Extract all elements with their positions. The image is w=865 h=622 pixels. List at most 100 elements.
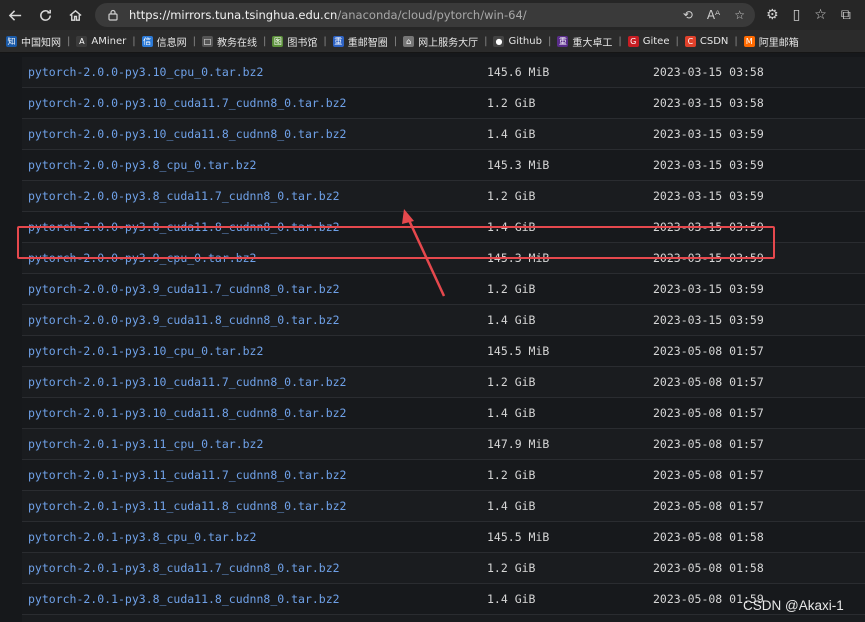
file-link[interactable]: pytorch-2.0.0-py3.10_cuda11.8_cudnn8_0.t… [22, 127, 487, 141]
browser-toolbar: https://mirrors.tuna.tsinghua.edu.cn/ana… [0, 0, 865, 30]
bookmark-item[interactable]: 信信息网 [136, 34, 193, 49]
mirror-directory-listing: pytorch-2.0.0-py3.10_cpu_0.tar.bz2 145.6 … [0, 53, 865, 622]
file-date: 2023-03-15 03:58 [653, 65, 764, 79]
refresh-button[interactable] [30, 0, 60, 30]
split-screen-icon[interactable]: ▯ [793, 7, 801, 23]
lock-icon [108, 9, 118, 21]
home-button[interactable] [60, 0, 90, 30]
address-bar[interactable]: https://mirrors.tuna.tsinghua.edu.cn/ana… [95, 3, 755, 27]
file-size: 147.9 MiB [487, 437, 550, 451]
file-link[interactable]: pytorch-2.0.1-py3.8_cuda11.8_cudnn8_0.ta… [22, 592, 487, 606]
file-row: pytorch-2.0.0-py3.9_cuda11.8_cudnn8_0.ta… [22, 305, 865, 336]
file-link[interactable]: pytorch-2.0.0-py3.9_cuda11.7_cudnn8_0.ta… [22, 282, 487, 296]
file-size: 145.3 MiB [487, 251, 550, 265]
bookmark-favicon-icon: 图 [272, 35, 284, 47]
file-row: pytorch-2.0.0-py3.9_cpu_0.tar.bz2 145.3 M… [22, 243, 865, 274]
file-link[interactable]: pytorch-2.0.0-py3.8_cuda11.8_cudnn8_0.ta… [22, 220, 487, 234]
file-link[interactable]: pytorch-2.0.1-py3.11_cuda11.7_cudnn8_0.t… [22, 468, 487, 482]
file-row: pytorch-2.0.1-py3.9_cpu_0.tar.bz2145.4 M… [22, 615, 865, 622]
bookmark-favicon-icon: ⌂ [403, 35, 415, 47]
read-aloud-icon[interactable]: Aᴬ [707, 8, 720, 22]
file-date: 2023-05-08 01:57 [653, 375, 764, 389]
file-table: pytorch-2.0.0-py3.10_cpu_0.tar.bz2 145.6 … [22, 57, 865, 622]
watermark: CSDN @Akaxi-1 [743, 598, 844, 613]
file-date: 2023-03-15 03:59 [653, 282, 764, 296]
file-link[interactable]: pytorch-2.0.0-py3.8_cuda11.7_cudnn8_0.ta… [22, 189, 487, 203]
bookmark-label: 教务在线 [216, 37, 257, 49]
bookmark-label: AMiner [91, 35, 127, 47]
file-link[interactable]: pytorch-2.0.1-py3.8_cuda11.7_cudnn8_0.ta… [22, 561, 487, 575]
bookmark-favicon-icon: M [743, 35, 755, 47]
favorites-icon[interactable]: ☆ [814, 7, 827, 23]
file-date: 2023-05-08 01:57 [653, 437, 764, 451]
bookmark-favicon-icon: 信 [141, 35, 153, 47]
file-row: pytorch-2.0.0-py3.9_cuda11.7_cudnn8_0.ta… [22, 274, 865, 305]
bookmark-favicon-icon: 重 [557, 35, 569, 47]
file-row: pytorch-2.0.1-py3.11_cuda11.8_cudnn8_0.t… [22, 491, 865, 522]
file-link[interactable]: pytorch-2.0.1-py3.10_cuda11.7_cudnn8_0.t… [22, 375, 487, 389]
refresh-icon [39, 9, 51, 21]
file-link[interactable]: pytorch-2.0.1-py3.10_cuda11.8_cudnn8_0.t… [22, 406, 487, 420]
file-row: pytorch-2.0.1-py3.10_cpu_0.tar.bz2 145.5 … [22, 336, 865, 367]
file-date: 2023-03-15 03:59 [653, 220, 764, 234]
file-size: 1.2 GiB [487, 561, 536, 575]
bookmark-favicon-icon: ● [493, 35, 505, 47]
file-size: 1.2 GiB [487, 468, 536, 482]
file-row: pytorch-2.0.0-py3.10_cpu_0.tar.bz2 145.6 … [22, 57, 865, 88]
file-row: pytorch-2.0.1-py3.8_cuda11.7_cudnn8_0.ta… [22, 553, 865, 584]
file-size: 1.4 GiB [487, 220, 536, 234]
home-icon [68, 9, 82, 21]
file-date: 2023-03-15 03:59 [653, 158, 764, 172]
bookmark-label: 中国知网 [21, 37, 61, 49]
bookmark-label: Gitee [642, 35, 670, 47]
collections-icon[interactable]: ⧉ [841, 7, 851, 23]
file-row: pytorch-2.0.1-py3.10_cuda11.7_cudnn8_0.t… [22, 367, 865, 398]
file-link[interactable]: pytorch-2.0.1-py3.8_cpu_0.tar.bz2 [22, 530, 487, 544]
file-link[interactable]: pytorch-2.0.0-py3.10_cpu_0.tar.bz2 [22, 65, 487, 79]
back-button[interactable] [0, 0, 30, 30]
bookmark-item[interactable]: 知中国知网 [0, 34, 67, 49]
file-date: 2023-03-15 03:58 [653, 96, 764, 110]
file-date: 2023-05-08 01:57 [653, 344, 764, 358]
bookmark-label: 阿里邮箱 [758, 37, 799, 49]
file-date: 2023-03-15 03:59 [653, 189, 764, 203]
file-date: 2023-05-08 01:57 [653, 499, 764, 513]
bookmark-label: CSDN [699, 35, 729, 47]
bookmark-label: 信息网 [156, 37, 187, 49]
bookmark-item[interactable]: A AMiner [70, 35, 132, 47]
file-link[interactable]: pytorch-2.0.0-py3.9_cuda11.8_cudnn8_0.ta… [22, 313, 487, 327]
bookmark-item[interactable]: 重重大卓工 [551, 34, 618, 49]
bookmark-favicon-icon: □ [201, 35, 213, 47]
bookmark-item[interactable]: G Gitee [622, 35, 676, 47]
file-row: pytorch-2.0.1-py3.10_cuda11.8_cudnn8_0.t… [22, 398, 865, 429]
bookmark-item[interactable]: □ 教务在线 [196, 34, 263, 49]
file-link[interactable]: pytorch-2.0.0-py3.9_cpu_0.tar.bz2 [22, 251, 487, 265]
file-link[interactable]: pytorch-2.0.0-py3.10_cuda11.7_cudnn8_0.t… [22, 96, 487, 110]
bookmark-item[interactable]: ● Github [487, 35, 547, 47]
bookmark-favicon-icon: A [76, 35, 88, 47]
bookmark-item[interactable]: C CSDN [679, 35, 735, 47]
file-row: pytorch-2.0.0-py3.8_cuda11.8_cudnn8_0.ta… [22, 212, 865, 243]
file-size: 1.2 GiB [487, 375, 536, 389]
file-date: 2023-03-15 03:59 [653, 313, 764, 327]
favorite-star-icon[interactable]: ☆ [734, 8, 745, 22]
toolbar-right-icons: ⚙ ▯ ☆ ⧉ [766, 0, 851, 30]
bookmark-favicon-icon: G [627, 35, 639, 47]
file-row: pytorch-2.0.0-py3.8_cuda11.7_cudnn8_0.ta… [22, 181, 865, 212]
bookmark-item[interactable]: 重重邮智圈 [327, 34, 394, 49]
bookmark-item[interactable]: 图图书馆 [266, 34, 323, 49]
extensions-icon[interactable]: ⚙ [766, 7, 779, 23]
file-link[interactable]: pytorch-2.0.1-py3.10_cpu_0.tar.bz2 [22, 344, 487, 358]
bookmark-label: 重邮智圈 [347, 37, 388, 49]
file-size: 1.4 GiB [487, 127, 536, 141]
translate-icon[interactable]: ⟲ [683, 8, 693, 22]
bookmark-item[interactable]: M 阿里邮箱 [738, 34, 805, 49]
file-link[interactable]: pytorch-2.0.0-py3.8_cpu_0.tar.bz2 [22, 158, 487, 172]
bookmark-label: 图书馆 [287, 37, 318, 49]
file-date: 2023-05-08 01:58 [653, 530, 764, 544]
bookmark-item[interactable]: ⌂ 网上服务大厅 [397, 34, 484, 49]
file-link[interactable]: pytorch-2.0.1-py3.11_cuda11.8_cudnn8_0.t… [22, 499, 487, 513]
file-size: 1.2 GiB [487, 282, 536, 296]
file-link[interactable]: pytorch-2.0.1-py3.11_cpu_0.tar.bz2 [22, 437, 487, 451]
bookmarks-bar: 知中国知网 | A AMiner | 信信息网 | □ 教务在线 | 图图书馆 | 重重邮智圈 | ⌂ 网上服… [0, 30, 865, 53]
